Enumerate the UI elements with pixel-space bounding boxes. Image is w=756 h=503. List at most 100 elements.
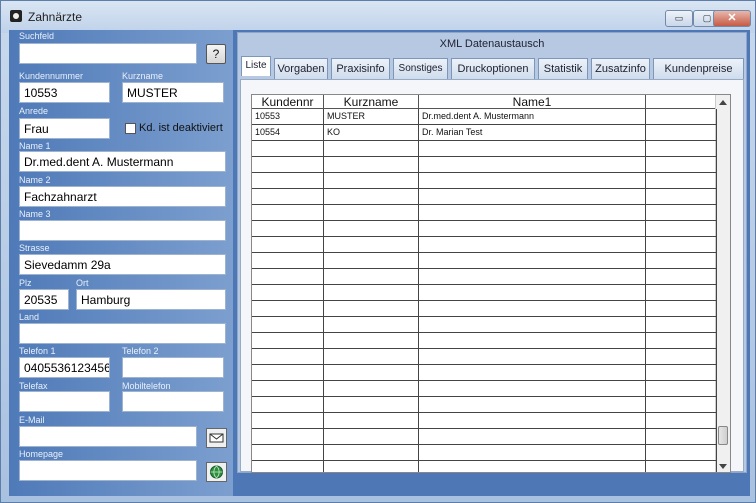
empty-table-cell[interactable]: [324, 205, 419, 221]
scroll-up-icon[interactable]: [719, 100, 727, 105]
tab-sonstiges[interactable]: Sonstiges: [393, 58, 448, 80]
empty-table-cell[interactable]: [646, 381, 717, 397]
open-homepage-button[interactable]: [206, 462, 227, 482]
tab-druckoptionen[interactable]: Druckoptionen: [451, 58, 535, 80]
empty-table-cell[interactable]: [324, 333, 419, 349]
empty-table-cell[interactable]: [419, 381, 646, 397]
empty-table-cell[interactable]: [252, 461, 324, 472]
empty-table-cell[interactable]: [419, 349, 646, 365]
empty-table-cell[interactable]: [324, 269, 419, 285]
scroll-thumb[interactable]: [718, 426, 728, 445]
tab-kundenpreise[interactable]: Kundenpreise: [653, 58, 744, 80]
table-cell[interactable]: Dr.med.dent A. Mustermann: [419, 109, 646, 125]
empty-table-cell[interactable]: [419, 445, 646, 461]
empty-table-cell[interactable]: [646, 253, 717, 269]
empty-table-cell[interactable]: [646, 141, 717, 157]
empty-table-cell[interactable]: [646, 445, 717, 461]
empty-table-cell[interactable]: [419, 141, 646, 157]
empty-table-cell[interactable]: [646, 301, 717, 317]
table-cell[interactable]: [646, 125, 717, 141]
empty-table-cell[interactable]: [646, 205, 717, 221]
empty-table-cell[interactable]: [252, 333, 324, 349]
ort-field[interactable]: Hamburg: [76, 289, 226, 310]
tab-vorgaben[interactable]: Vorgaben: [274, 58, 328, 80]
empty-table-cell[interactable]: [419, 173, 646, 189]
empty-table-cell[interactable]: [324, 381, 419, 397]
empty-table-cell[interactable]: [646, 173, 717, 189]
telefon1-field[interactable]: 0405536123456: [19, 357, 110, 378]
empty-table-cell[interactable]: [646, 221, 717, 237]
empty-table-cell[interactable]: [419, 317, 646, 333]
empty-table-cell[interactable]: [646, 397, 717, 413]
empty-table-cell[interactable]: [646, 333, 717, 349]
empty-table-cell[interactable]: [252, 397, 324, 413]
kurzname-field[interactable]: MUSTER: [122, 82, 224, 103]
empty-table-cell[interactable]: [646, 413, 717, 429]
empty-table-cell[interactable]: [252, 221, 324, 237]
empty-table-cell[interactable]: [252, 365, 324, 381]
empty-table-cell[interactable]: [646, 365, 717, 381]
empty-table-cell[interactable]: [324, 349, 419, 365]
table-cell[interactable]: 10553: [252, 109, 324, 125]
empty-table-cell[interactable]: [252, 317, 324, 333]
column-header-kurzname[interactable]: Kurzname: [324, 95, 419, 109]
empty-table-cell[interactable]: [646, 429, 717, 445]
empty-table-cell[interactable]: [419, 205, 646, 221]
empty-table-cell[interactable]: [419, 413, 646, 429]
tab-praxisinfo[interactable]: Praxisinfo: [331, 58, 390, 80]
send-email-button[interactable]: [206, 428, 227, 448]
name2-field[interactable]: Fachzahnarzt: [19, 186, 226, 207]
column-header-name1[interactable]: Name1: [419, 95, 646, 109]
empty-table-cell[interactable]: [419, 301, 646, 317]
empty-table-cell[interactable]: [252, 429, 324, 445]
land-field[interactable]: [19, 323, 226, 344]
empty-table-cell[interactable]: [419, 269, 646, 285]
search-input[interactable]: [19, 43, 197, 64]
empty-table-cell[interactable]: [646, 237, 717, 253]
empty-table-cell[interactable]: [252, 189, 324, 205]
empty-table-cell[interactable]: [252, 349, 324, 365]
empty-table-cell[interactable]: [252, 381, 324, 397]
empty-table-cell[interactable]: [419, 253, 646, 269]
column-header-extra[interactable]: [646, 95, 717, 109]
empty-table-cell[interactable]: [419, 461, 646, 472]
empty-table-cell[interactable]: [324, 461, 419, 472]
empty-table-cell[interactable]: [324, 365, 419, 381]
scroll-down-icon[interactable]: [719, 464, 727, 469]
empty-table-cell[interactable]: [324, 429, 419, 445]
empty-table-cell[interactable]: [324, 173, 419, 189]
table-cell[interactable]: MUSTER: [324, 109, 419, 125]
table-cell[interactable]: 10554: [252, 125, 324, 141]
empty-table-cell[interactable]: [252, 173, 324, 189]
empty-table-cell[interactable]: [252, 157, 324, 173]
empty-table-cell[interactable]: [646, 317, 717, 333]
empty-table-cell[interactable]: [646, 189, 717, 205]
minimize-button[interactable]: ▭: [665, 10, 693, 27]
empty-table-cell[interactable]: [419, 237, 646, 253]
empty-table-cell[interactable]: [252, 141, 324, 157]
empty-table-cell[interactable]: [324, 253, 419, 269]
name3-field[interactable]: [19, 220, 226, 241]
empty-table-cell[interactable]: [646, 349, 717, 365]
name1-field[interactable]: Dr.med.dent A. Mustermann: [19, 151, 226, 172]
anrede-field[interactable]: Frau: [19, 118, 110, 139]
table-cell[interactable]: Dr. Marian Test: [419, 125, 646, 141]
tab-zusatzinfo[interactable]: Zusatzinfo: [591, 58, 650, 80]
empty-table-cell[interactable]: [324, 237, 419, 253]
empty-table-cell[interactable]: [419, 397, 646, 413]
empty-table-cell[interactable]: [252, 301, 324, 317]
empty-table-cell[interactable]: [252, 285, 324, 301]
empty-table-cell[interactable]: [252, 269, 324, 285]
empty-table-cell[interactable]: [646, 461, 717, 472]
telefon2-field[interactable]: [122, 357, 224, 378]
empty-table-cell[interactable]: [419, 333, 646, 349]
empty-table-cell[interactable]: [419, 429, 646, 445]
empty-table-cell[interactable]: [419, 285, 646, 301]
empty-table-cell[interactable]: [646, 157, 717, 173]
empty-table-cell[interactable]: [324, 189, 419, 205]
kundennummer-field[interactable]: 10553: [19, 82, 110, 103]
strasse-field[interactable]: Sievedamm 29a: [19, 254, 226, 275]
tab-statistik[interactable]: Statistik: [538, 58, 588, 80]
telefax-field[interactable]: [19, 391, 110, 412]
close-button[interactable]: ✕: [713, 10, 751, 27]
